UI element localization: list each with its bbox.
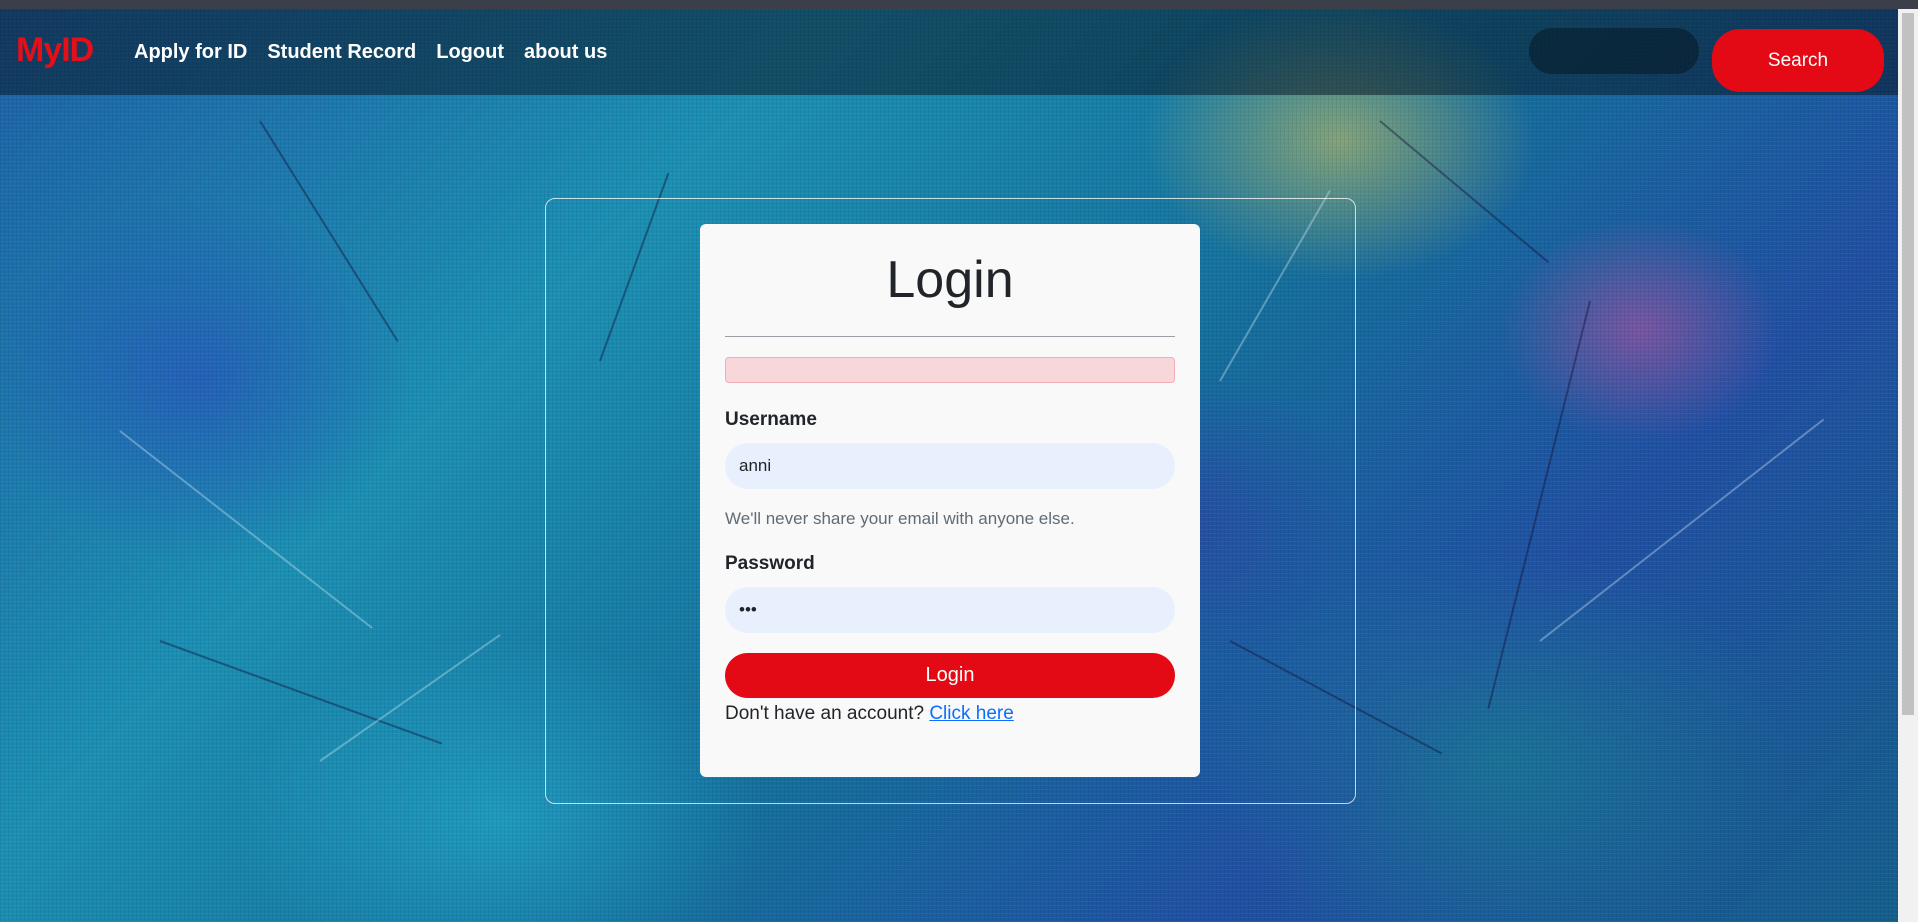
nav-link-about-us[interactable]: about us [524, 41, 607, 64]
paint-stroke [1379, 120, 1550, 264]
page-background: MyID Apply for ID Student Record Logout … [0, 0, 1918, 922]
search-button[interactable]: Search [1712, 29, 1884, 92]
title-divider [725, 336, 1175, 337]
username-help-text: We'll never share your email with anyone… [725, 509, 1075, 528]
nav-link-apply-for-id[interactable]: Apply for ID [134, 41, 247, 64]
password-input[interactable] [725, 587, 1175, 633]
username-label: Username [725, 409, 817, 430]
page-scrollbar[interactable] [1898, 9, 1918, 922]
paint-stroke [1539, 418, 1825, 642]
login-card: Login Username We'll never share your em… [700, 224, 1200, 777]
signup-link[interactable]: Click here [929, 703, 1013, 724]
paint-stroke [259, 120, 399, 343]
nav-link-student-record[interactable]: Student Record [267, 41, 416, 64]
scrollbar-thumb[interactable] [1902, 13, 1914, 715]
login-title: Login [886, 251, 1014, 309]
login-button[interactable]: Login [725, 653, 1175, 698]
paint-stroke [1487, 300, 1591, 709]
paint-stroke [159, 640, 443, 745]
username-input[interactable] [725, 443, 1175, 489]
password-label: Password [725, 553, 815, 574]
nav-link-logout[interactable]: Logout [436, 41, 504, 64]
error-alert [725, 357, 1175, 383]
navbar: MyID Apply for ID Student Record Logout … [0, 9, 1918, 95]
browser-top-strip [0, 0, 1918, 9]
search-input[interactable] [1529, 28, 1699, 74]
paint-stroke [319, 633, 501, 762]
paint-stroke [119, 430, 373, 629]
signup-prompt: Don't have an account? [725, 703, 925, 724]
signup-line: Don't have an account? Click here [725, 703, 1175, 725]
brand-logo[interactable]: MyID [16, 31, 94, 70]
nav-links: Apply for ID Student Record Logout about… [134, 41, 607, 64]
